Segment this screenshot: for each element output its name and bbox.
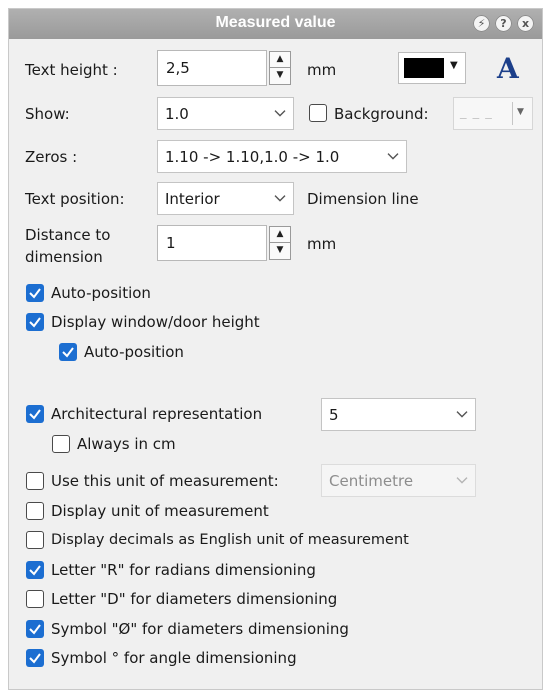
distance-unit: mm <box>307 235 337 253</box>
zeros-value: 1.10 -> 1.10,1.0 -> 1.0 <box>165 147 340 166</box>
text-color-picker[interactable]: ▼ <box>398 52 466 84</box>
symbol-deg-label: Symbol ° for angle dimensioning <box>51 649 297 667</box>
show-label: Show: <box>25 105 70 123</box>
dimension-line-label: Dimension line <box>307 190 419 208</box>
letter-r-checkbox[interactable] <box>26 561 44 579</box>
background-value: _ _ _ <box>460 105 493 120</box>
symbol-o-checkbox[interactable] <box>26 620 44 638</box>
text-height-input[interactable]: 2,5 <box>157 50 267 86</box>
spin-down-icon[interactable]: ▼ <box>270 68 290 84</box>
spin-up-icon[interactable]: ▲ <box>270 227 290 243</box>
show-select[interactable]: 1.0 <box>157 97 294 130</box>
pin-icon[interactable]: ⚡ <box>473 15 490 32</box>
spin-down-icon[interactable]: ▼ <box>270 243 290 259</box>
spin-up-icon[interactable]: ▲ <box>270 52 290 68</box>
color-swatch <box>404 58 444 78</box>
checkmark-icon <box>29 409 41 420</box>
text-position-value: Interior <box>165 189 220 208</box>
architectural-representation-label: Architectural representation <box>51 405 263 423</box>
title-bar: Measured value ⚡ ? x <box>9 9 542 39</box>
checkmark-icon <box>29 624 41 635</box>
zeros-label: Zeros : <box>25 148 78 166</box>
checkmark-icon <box>29 565 41 576</box>
architectural-representation-value: 5 <box>329 405 339 424</box>
background-label: Background: <box>334 105 429 123</box>
chevron-down-icon <box>387 152 399 160</box>
letter-d-checkbox[interactable] <box>26 590 44 608</box>
always-in-cm-checkbox[interactable] <box>52 435 70 453</box>
show-value: 1.0 <box>165 104 189 123</box>
display-unit-label: Display unit of measurement <box>51 502 269 520</box>
letter-r-label: Letter "R" for radians dimensioning <box>51 561 316 579</box>
use-this-unit-checkbox[interactable] <box>26 472 44 490</box>
auto-position-2-label: Auto-position <box>84 343 184 361</box>
display-window-door-height-label: Display window/door height <box>51 313 260 331</box>
letter-d-label: Letter "D" for diameters dimensioning <box>51 590 338 608</box>
text-height-unit: mm <box>307 61 337 79</box>
symbol-o-label: Symbol "Ø" for diameters dimensioning <box>51 620 349 638</box>
auto-position-label: Auto-position <box>51 284 151 302</box>
zeros-select[interactable]: 1.10 -> 1.10,1.0 -> 1.0 <box>157 140 407 173</box>
font-style-icon[interactable]: A <box>497 52 519 85</box>
chevron-down-icon: ▼ <box>517 107 524 117</box>
unit-of-measurement-select[interactable]: Centimetre <box>321 464 476 497</box>
text-position-label: Text position: <box>25 190 125 208</box>
background-color-picker[interactable]: _ _ _ ▼ <box>453 97 533 130</box>
unit-of-measurement-value: Centimetre <box>329 471 414 490</box>
auto-position-checkbox[interactable] <box>26 284 44 302</box>
display-window-door-height-checkbox[interactable] <box>26 313 44 331</box>
help-icon[interactable]: ? <box>495 15 512 32</box>
distance-value: 1 <box>166 234 176 252</box>
checkmark-icon <box>62 347 74 358</box>
text-height-label: Text height : <box>25 61 118 79</box>
display-unit-checkbox[interactable] <box>26 502 44 520</box>
close-icon[interactable]: x <box>517 15 534 32</box>
chevron-down-icon <box>456 410 468 418</box>
symbol-deg-checkbox[interactable] <box>26 649 44 667</box>
architectural-representation-select[interactable]: 5 <box>321 398 476 431</box>
distance-label-line2: dimension <box>25 248 103 266</box>
background-checkbox[interactable] <box>309 104 327 122</box>
chevron-down-icon <box>274 194 286 202</box>
auto-position-2-checkbox[interactable] <box>59 343 77 361</box>
distance-label-line1: Distance to <box>25 226 111 244</box>
chevron-down-icon <box>456 476 468 484</box>
chevron-down-icon <box>274 109 286 117</box>
checkmark-icon <box>29 317 41 328</box>
chevron-down-icon: ▼ <box>450 60 458 71</box>
display-decimals-english-label: Display decimals as English unit of meas… <box>51 532 409 548</box>
text-position-select[interactable]: Interior <box>157 182 294 215</box>
dialog-title: Measured value <box>215 14 336 31</box>
text-height-value: 2,5 <box>166 59 190 77</box>
checkmark-icon <box>29 288 41 299</box>
distance-stepper[interactable]: ▲ ▼ <box>269 226 291 260</box>
architectural-representation-checkbox[interactable] <box>26 405 44 423</box>
always-in-cm-label: Always in cm <box>77 435 176 453</box>
distance-input[interactable]: 1 <box>157 225 267 261</box>
display-decimals-english-checkbox[interactable] <box>26 531 44 549</box>
checkmark-icon <box>29 653 41 664</box>
divider <box>512 102 513 125</box>
text-height-stepper[interactable]: ▲ ▼ <box>269 51 291 85</box>
use-this-unit-label: Use this unit of measurement: <box>51 472 279 490</box>
